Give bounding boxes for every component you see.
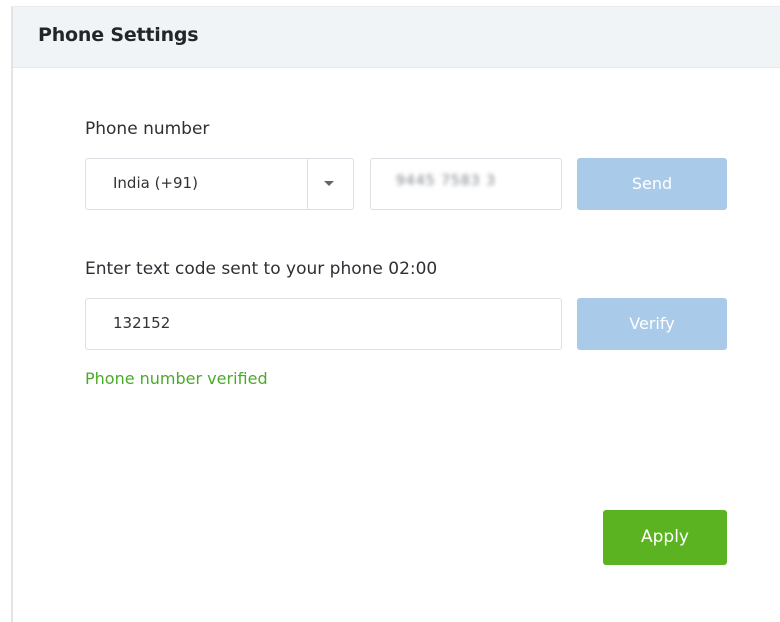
select-divider [307, 159, 308, 209]
chevron-down-icon[interactable] [324, 181, 334, 186]
phone-number-value: 9445 7583 3 [396, 173, 497, 189]
verification-status-message: Phone number verified [85, 369, 268, 388]
phone-number-label: Phone number [85, 119, 210, 139]
send-button[interactable]: Send [577, 158, 727, 210]
apply-button[interactable]: Apply [603, 510, 727, 565]
phone-settings-panel: Phone Settings Phone number India (+91) … [11, 6, 780, 622]
phone-number-input[interactable]: 9445 7583 3 [370, 158, 562, 210]
country-code-select[interactable]: India (+91) [85, 158, 354, 210]
text-code-value: 132152 [113, 314, 171, 332]
country-code-value: India (+91) [113, 174, 198, 192]
panel-header: Phone Settings [13, 7, 780, 68]
text-code-input[interactable]: 132152 [85, 298, 562, 350]
verify-button[interactable]: Verify [577, 298, 727, 350]
page-title: Phone Settings [38, 24, 199, 46]
text-code-label: Enter text code sent to your phone 02:00 [85, 259, 438, 279]
